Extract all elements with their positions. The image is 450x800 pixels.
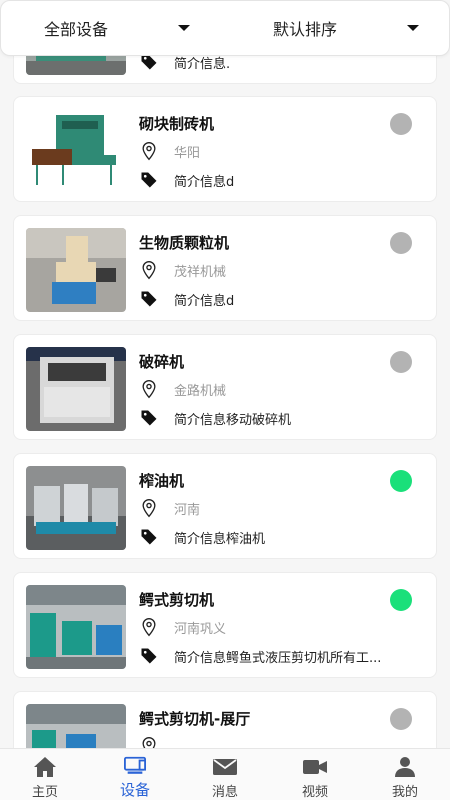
location-row: 茂祥机械 <box>139 260 226 280</box>
video-icon <box>303 760 327 774</box>
device-title: 榨油机 <box>139 472 185 490</box>
device-title: 鳄式剪切机-展厅 <box>139 710 251 728</box>
device-card[interactable]: 生物质颗粒机 茂祥机械 简介信息d <box>13 215 437 321</box>
tab-videos[interactable]: 视频 <box>270 749 360 800</box>
intro-row: 简介信息移动破碎机 <box>139 408 291 428</box>
mail-icon <box>213 759 237 775</box>
tab-profile[interactable]: 我的 <box>360 749 450 800</box>
tag-icon <box>141 529 157 545</box>
location-pin-icon <box>142 617 156 637</box>
device-title: 生物质颗粒机 <box>139 234 230 252</box>
tab-messages[interactable]: 消息 <box>180 749 270 800</box>
device-card[interactable]: 破碎机 金路机械 简介信息移动破碎机 <box>13 334 437 440</box>
location-pin-icon <box>142 141 156 161</box>
location-text: 河南巩义 <box>174 621 227 637</box>
sort-dropdown[interactable]: 默认排序 <box>230 1 449 55</box>
device-list[interactable]: 简介信息. 砌块制砖机 华阳 简介信息d 生物质颗粒机 茂祥机械 简介信息d 破… <box>0 0 450 748</box>
tag-icon <box>141 291 157 307</box>
tab-label: 设备 <box>119 781 150 799</box>
filter-bar: 全部设备 默认排序 <box>0 0 450 56</box>
intro-text: 简介信息d <box>174 293 235 309</box>
device-title: 鳄式剪切机 <box>139 591 215 609</box>
device-thumbnail <box>26 704 126 748</box>
status-indicator <box>390 708 412 730</box>
category-filter-label: 全部设备 <box>44 20 109 39</box>
intro-text: 简介信息d <box>174 174 235 190</box>
caret-down-icon <box>407 25 419 31</box>
device-title: 砌块制砖机 <box>139 115 215 133</box>
tag-icon <box>141 172 157 188</box>
intro-text: 简介信息移动破碎机 <box>174 412 292 428</box>
device-title: 破碎机 <box>139 353 185 371</box>
device-card[interactable]: 榨油机 河南 简介信息榨油机 <box>13 453 437 559</box>
device-card[interactable]: 鳄式剪切机-展厅 <box>13 691 437 748</box>
intro-row: 简介信息榨油机 <box>139 527 265 547</box>
sort-label: 默认排序 <box>273 20 338 39</box>
device-thumbnail <box>26 347 126 431</box>
tag-icon <box>141 410 157 426</box>
status-indicator <box>390 589 412 611</box>
device-icon <box>124 756 146 774</box>
tab-label: 消息 <box>211 785 238 800</box>
intro-row: 简介信息d <box>139 289 234 309</box>
tab-home[interactable]: 主页 <box>0 749 90 800</box>
location-text: 河南 <box>174 502 201 518</box>
device-thumbnail <box>26 585 126 669</box>
device-thumbnail <box>26 228 126 312</box>
tab-label: 我的 <box>391 785 418 800</box>
location-pin-icon <box>142 260 156 280</box>
status-indicator <box>390 470 412 492</box>
tab-label: 主页 <box>31 785 58 800</box>
location-pin-icon <box>142 498 156 518</box>
device-thumbnail <box>26 466 126 550</box>
device-card[interactable]: 鳄式剪切机 河南巩义 简介信息鳄鱼式液压剪切机所有工... <box>13 572 437 678</box>
status-indicator <box>390 351 412 373</box>
location-text: 茂祥机械 <box>174 264 227 280</box>
location-row: 金路机械 <box>139 379 226 399</box>
category-filter-dropdown[interactable]: 全部设备 <box>1 1 230 55</box>
location-row: 河南 <box>139 498 200 518</box>
location-row: 河南巩义 <box>139 617 226 637</box>
intro-row: 简介信息d <box>139 170 234 190</box>
location-row <box>139 736 174 748</box>
status-indicator <box>390 113 412 135</box>
location-pin-icon <box>142 736 156 748</box>
status-indicator <box>390 232 412 254</box>
tab-devices[interactable]: 设备 <box>90 749 180 800</box>
tag-icon <box>141 648 157 664</box>
device-thumbnail <box>26 109 126 193</box>
location-pin-icon <box>142 379 156 399</box>
intro-row: 简介信息鳄鱼式液压剪切机所有工... <box>139 646 381 666</box>
caret-down-icon <box>178 25 190 31</box>
bottom-tab-bar: 主页 设备 消息 视频 我的 <box>0 748 450 800</box>
home-icon <box>34 757 56 777</box>
user-icon <box>395 757 415 777</box>
location-text: 华阳 <box>174 145 201 161</box>
intro-text: 简介信息榨油机 <box>174 531 266 547</box>
location-row: 华阳 <box>139 141 200 161</box>
tab-label: 视频 <box>301 785 328 800</box>
location-text: 金路机械 <box>174 383 227 399</box>
intro-text: 简介信息鳄鱼式液压剪切机所有工... <box>174 650 382 666</box>
device-card[interactable]: 砌块制砖机 华阳 简介信息d <box>13 96 437 202</box>
